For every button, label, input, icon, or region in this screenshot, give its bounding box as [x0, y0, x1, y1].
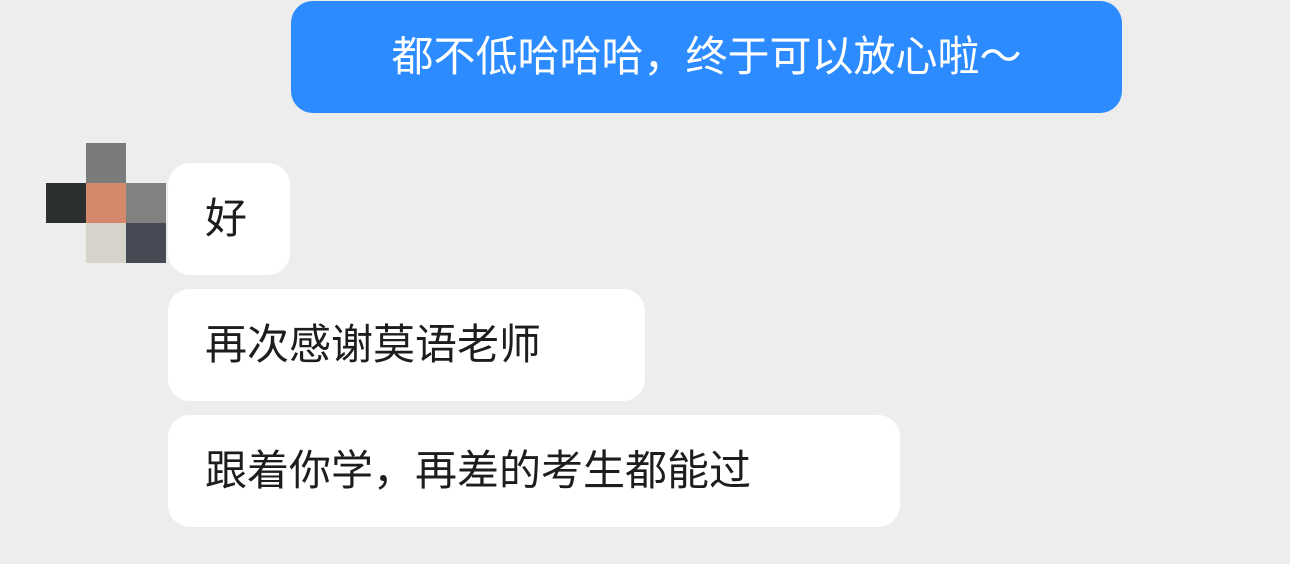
message-text: 跟着你学，再差的考生都能过 — [205, 446, 752, 495]
sent-message-bubble[interactable]: 都不低哈哈哈，终于可以放心啦～ — [291, 1, 1122, 113]
avatar-pixel — [86, 223, 126, 263]
avatar-pixel — [46, 183, 86, 223]
avatar-pixel — [126, 223, 166, 263]
received-message-bubble[interactable]: 跟着你学，再差的考生都能过 — [168, 415, 900, 527]
avatar-pixel — [86, 183, 126, 223]
message-text: 再次感谢莫语老师 — [205, 320, 542, 369]
message-text: 都不低哈哈哈，终于可以放心啦～ — [391, 32, 1022, 81]
chat-area[interactable]: 都不低哈哈哈，终于可以放心啦～ 好 再次感谢莫语老师 跟着你学，再差的考生都能过 — [0, 0, 1290, 564]
contact-avatar[interactable] — [46, 143, 166, 263]
avatar-pixel — [86, 143, 126, 183]
avatar-pixel — [126, 183, 166, 223]
received-message-bubble[interactable]: 好 — [168, 163, 290, 275]
received-message-bubble[interactable]: 再次感谢莫语老师 — [168, 289, 645, 401]
message-text: 好 — [205, 194, 248, 243]
